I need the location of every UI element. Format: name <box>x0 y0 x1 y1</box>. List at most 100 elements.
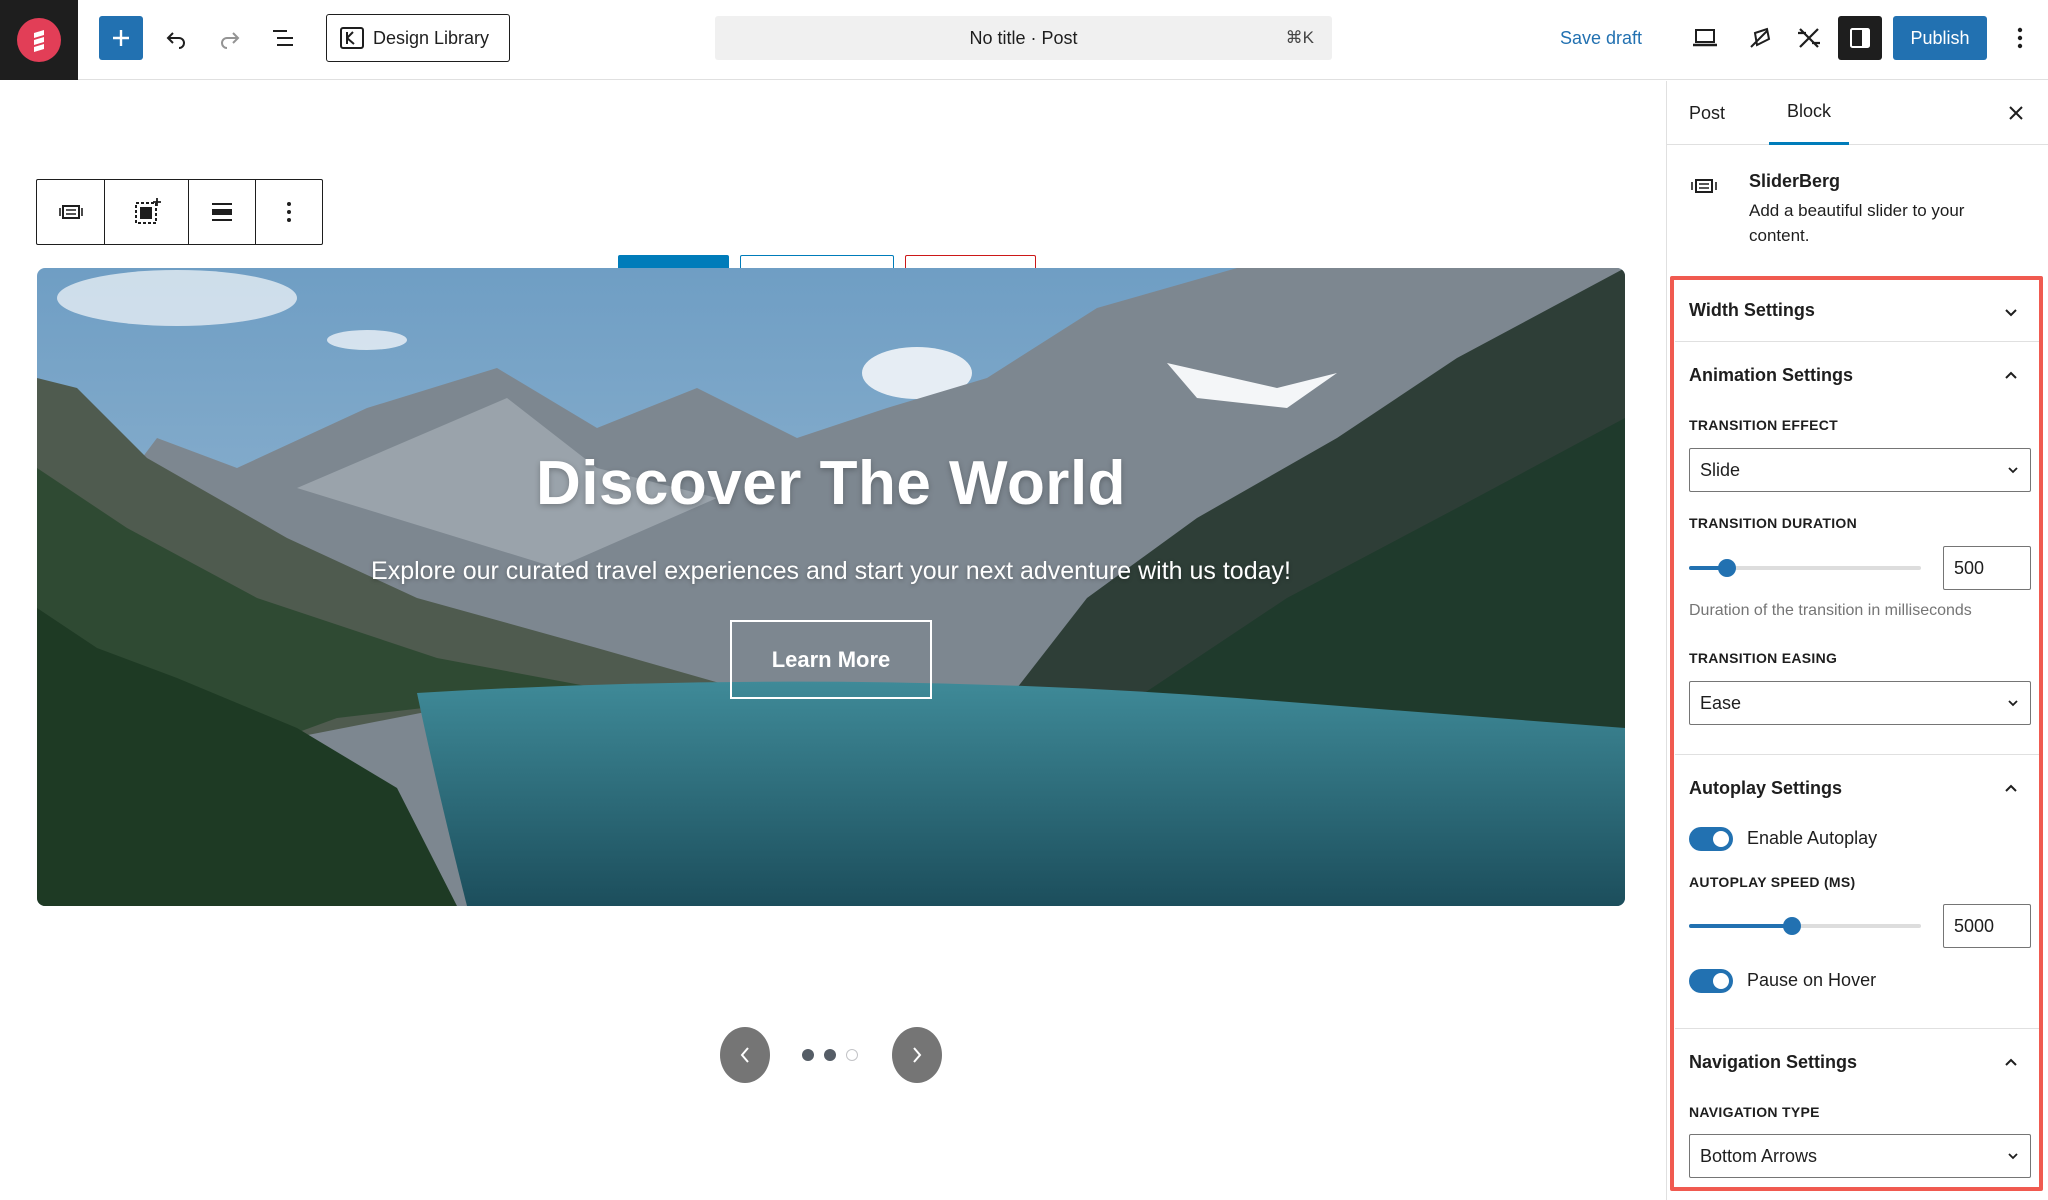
chevron-up-icon[interactable] <box>2002 1053 2020 1071</box>
design-library-button[interactable]: Design Library <box>326 14 510 62</box>
close-icon <box>2009 106 2023 120</box>
navigation-type-value: Bottom Arrows <box>1700 1145 1818 1166</box>
width-settings-toggle[interactable]: Width Settings <box>1689 300 1815 321</box>
align-button[interactable] <box>189 180 256 244</box>
transition-duration-label: Transition Duration <box>1689 515 1857 531</box>
chevron-right-icon <box>913 1047 922 1063</box>
slide-subtitle[interactable]: Explore our curated travel experiences a… <box>371 557 1291 586</box>
options-button[interactable] <box>2000 16 2040 60</box>
undo-button[interactable] <box>154 16 198 60</box>
undo-icon <box>166 32 185 49</box>
animation-settings-toggle[interactable]: Animation Settings <box>1689 365 1853 386</box>
autoplay-settings-toggle[interactable]: Autoplay Settings <box>1689 778 1842 799</box>
list-view-icon <box>273 30 293 46</box>
pause-on-hover-toggle[interactable] <box>1689 969 1733 993</box>
command-shortcut: ⌘K <box>1285 28 1314 47</box>
sidebar-icon <box>1850 28 1870 48</box>
autoplay-speed-slider[interactable] <box>1689 917 1921 935</box>
enable-autoplay-label: Enable Autoplay <box>1747 828 1878 848</box>
prev-slide-button[interactable] <box>720 1027 770 1083</box>
x-logo-icon <box>1798 28 1820 48</box>
toggle-knob <box>1713 831 1729 847</box>
chevron-down-icon <box>2008 1153 2018 1160</box>
editor-topbar: Design Library No title · Post ⌘K Save d… <box>0 0 2048 80</box>
toggle-knob <box>1713 973 1729 989</box>
transition-duration-help: Duration of the transition in millisecon… <box>1689 602 1972 619</box>
slider-block-icon <box>1691 179 1717 193</box>
align-full-icon <box>212 203 232 221</box>
slide-dot[interactable] <box>846 1049 858 1061</box>
brand-logo-icon <box>17 18 61 62</box>
navigation-settings-toggle[interactable]: Navigation Settings <box>1689 1052 1857 1073</box>
feather-icon <box>1750 27 1771 48</box>
slider-thumb[interactable] <box>1783 917 1801 935</box>
autoplay-speed-input[interactable]: 5000 <box>1943 904 2031 948</box>
learn-more-button[interactable]: Learn More <box>730 620 932 699</box>
slide-dot[interactable] <box>802 1049 814 1061</box>
chevron-down-icon <box>2008 700 2018 707</box>
plus-icon <box>113 30 129 46</box>
document-overview-button[interactable] <box>262 16 306 60</box>
chevron-left-icon <box>740 1047 749 1063</box>
settings-sidebar: Post Block SliderBerg Add a beautiful sl… <box>1666 81 2048 1200</box>
transition-effect-value: Slide <box>1700 459 1741 480</box>
next-slide-button[interactable] <box>892 1027 942 1083</box>
more-vertical-icon <box>287 202 291 222</box>
transition-easing-select[interactable]: Ease <box>1689 681 2031 725</box>
slider-block-icon <box>58 205 83 219</box>
block-inserter-button[interactable] <box>99 16 143 60</box>
sidebar-tabs: Post Block <box>1667 81 2048 145</box>
navigation-type-label: Navigation Type <box>1689 1104 1820 1120</box>
chevron-up-icon[interactable] <box>2002 366 2020 384</box>
block-description: Add a beautiful slider to your content. <box>1749 201 1965 245</box>
tab-post[interactable]: Post <box>1689 81 1725 145</box>
transition-easing-label: Transition Easing <box>1689 650 1838 666</box>
slide-dots <box>802 1049 858 1061</box>
redo-icon <box>221 32 240 49</box>
tab-block[interactable]: Block <box>1769 81 1850 145</box>
chevron-up-icon[interactable] <box>2002 779 2020 797</box>
chevron-down-icon <box>2008 467 2018 474</box>
pause-on-hover-label: Pause on Hover <box>1747 970 1877 990</box>
panel-divider <box>1675 754 2041 755</box>
cover-frame-icon <box>134 198 161 224</box>
command-palette-bar[interactable]: No title · Post ⌘K <box>715 16 1332 60</box>
transition-duration-input[interactable]: 500 <box>1943 546 2031 590</box>
document-title: No title · Post <box>969 27 1078 48</box>
redo-button[interactable] <box>208 16 252 60</box>
save-draft-button[interactable]: Save draft <box>1560 16 1642 60</box>
transition-effect-label: Transition Effect <box>1689 417 1838 433</box>
block-toolbar <box>36 179 323 245</box>
navigation-type-select[interactable]: Bottom Arrows <box>1689 1134 2031 1178</box>
more-vertical-icon <box>2017 27 2023 49</box>
select-parent-button[interactable] <box>105 180 189 244</box>
slider-block[interactable]: Discover The World Explore our curated t… <box>37 268 1625 906</box>
plugin-tool-button[interactable] <box>1738 16 1782 60</box>
close-sidebar-button[interactable] <box>2002 99 2030 127</box>
slide-title[interactable]: Discover The World <box>536 448 1126 519</box>
block-type-button[interactable] <box>37 180 105 244</box>
panel-divider <box>1675 341 2041 342</box>
settings-sidebar-toggle[interactable] <box>1838 16 1882 60</box>
slide-dot[interactable] <box>824 1049 836 1061</box>
site-logo[interactable] <box>0 0 78 80</box>
slider-navigation <box>720 1027 942 1083</box>
slide-content: Discover The World Explore our curated t… <box>37 268 1625 906</box>
publish-button[interactable]: Publish <box>1893 16 1987 60</box>
transition-duration-slider[interactable] <box>1689 559 1921 577</box>
enable-autoplay-toggle[interactable] <box>1689 827 1733 851</box>
transition-easing-value: Ease <box>1700 692 1742 713</box>
chevron-down-icon[interactable] <box>2002 303 2020 321</box>
panel-divider <box>1675 1028 2041 1029</box>
design-library-label: Design Library <box>373 27 490 48</box>
laptop-icon <box>1693 29 1717 47</box>
transition-effect-select[interactable]: Slide <box>1689 448 2031 492</box>
slider-thumb[interactable] <box>1718 559 1736 577</box>
preview-button[interactable] <box>1683 16 1727 60</box>
block-name: SliderBerg <box>1749 171 1841 191</box>
slider-fill <box>1689 924 1792 928</box>
design-library-icon <box>340 27 364 49</box>
block-options-button[interactable] <box>256 180 322 244</box>
plugin-x-button[interactable] <box>1787 16 1831 60</box>
autoplay-speed-label: Autoplay Speed (ms) <box>1689 874 1856 890</box>
